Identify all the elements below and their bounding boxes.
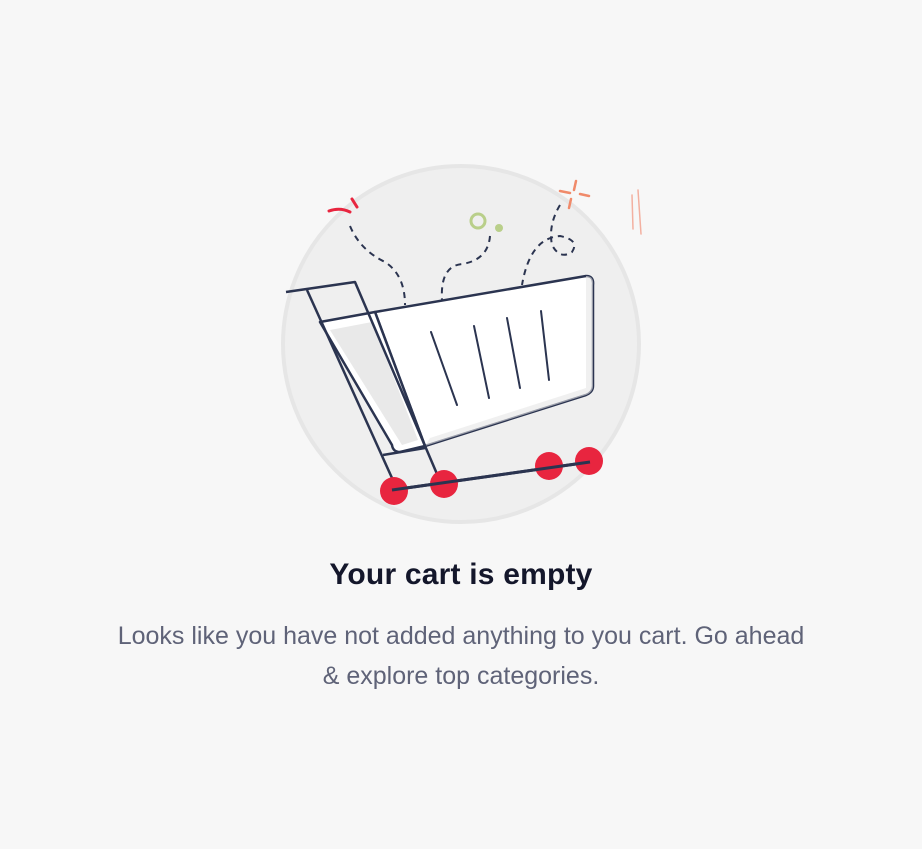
empty-cart-illustration xyxy=(281,164,642,524)
empty-cart-description: Looks like you have not added anything t… xyxy=(117,622,805,690)
empty-cart-page: Your cart is empty Looks like you have n… xyxy=(0,0,922,849)
empty-cart-title: Your cart is empty xyxy=(329,558,593,591)
